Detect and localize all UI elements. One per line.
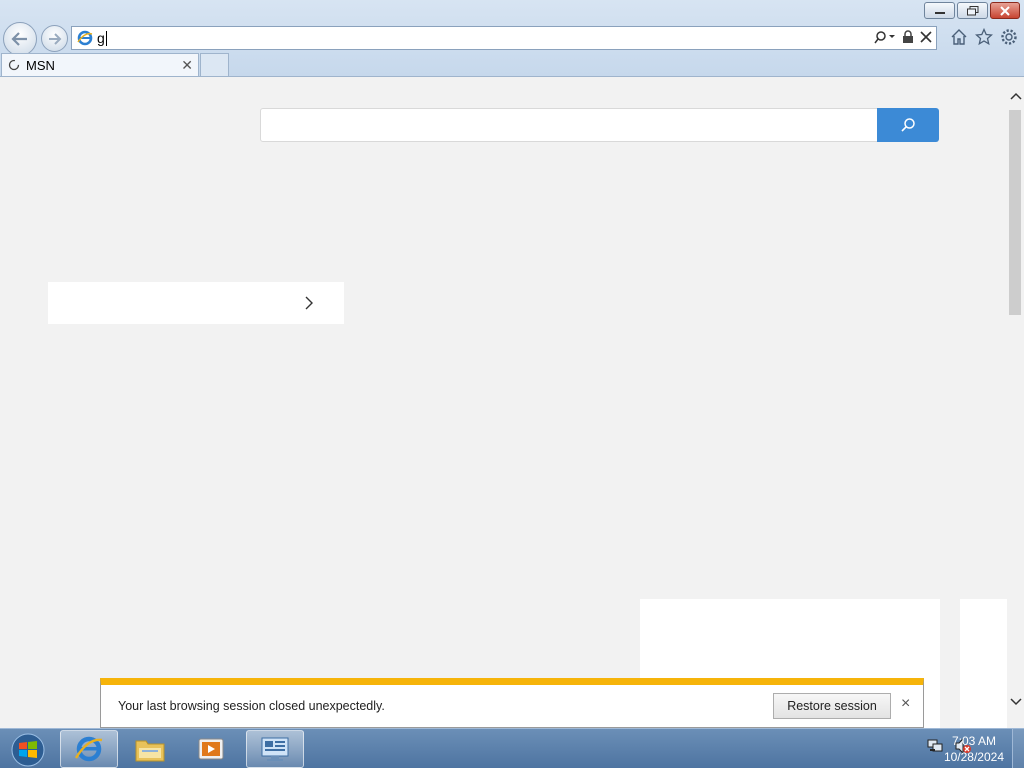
chevron-down-icon — [1009, 698, 1022, 706]
taskbar-server-manager[interactable] — [246, 730, 304, 768]
address-input[interactable]: g — [97, 30, 107, 47]
address-bar[interactable]: g — [71, 26, 937, 50]
restore-icon — [966, 5, 978, 15]
tab-msn[interactable]: MSN ✕ — [1, 53, 199, 76]
text-caret — [105, 31, 107, 47]
back-arrow-icon — [11, 32, 27, 46]
chevron-up-icon — [1009, 92, 1022, 100]
taskbar-internet-explorer[interactable] — [60, 730, 118, 768]
start-button[interactable] — [6, 732, 50, 768]
system-clock[interactable]: 7:03 AM 10/28/2024 — [944, 733, 1004, 765]
clock-date: 10/28/2024 — [943, 750, 1004, 764]
forward-button[interactable] — [41, 25, 68, 52]
stop-icon[interactable] — [920, 31, 932, 43]
search-button[interactable] — [877, 108, 939, 142]
scroll-down-button[interactable] — [1008, 697, 1023, 713]
address-value: g — [97, 29, 105, 46]
side-card[interactable] — [48, 282, 344, 324]
settings-gear-icon[interactable] — [1000, 28, 1018, 46]
scroll-thumb[interactable] — [1009, 110, 1021, 315]
search-input[interactable] — [260, 108, 878, 142]
page-content — [0, 77, 1007, 729]
notification-bar: Your last browsing session closed unexpe… — [100, 678, 924, 728]
forward-arrow-icon — [48, 32, 61, 45]
show-desktop-button[interactable] — [1012, 729, 1024, 768]
content-panel-partial — [960, 599, 1007, 729]
new-tab-button[interactable] — [200, 53, 229, 76]
taskbar-media-player[interactable] — [182, 730, 240, 768]
browser-frame: g MSN ✕ — [0, 0, 1024, 77]
chevron-right-icon — [305, 296, 313, 310]
scroll-up-button[interactable] — [1008, 91, 1023, 107]
windows-logo-icon — [11, 733, 45, 767]
folder-icon — [135, 740, 165, 762]
favorites-star-icon[interactable] — [975, 28, 993, 46]
internet-explorer-icon — [74, 736, 103, 762]
window-controls — [924, 2, 1020, 19]
minimize-button[interactable] — [924, 2, 955, 19]
clock-time: 7:03 AM — [951, 734, 996, 748]
command-icons — [950, 28, 1018, 46]
close-icon — [1000, 5, 1010, 16]
notification-close-button[interactable]: × — [901, 695, 910, 713]
back-button[interactable] — [3, 22, 37, 56]
address-icons — [874, 30, 932, 44]
minimize-icon — [934, 11, 945, 14]
notification-message: Your last browsing session closed unexpe… — [118, 699, 385, 713]
taskbar-file-explorer[interactable] — [121, 730, 179, 768]
server-manager-icon — [261, 737, 289, 761]
tab-title: MSN — [26, 57, 55, 73]
home-icon[interactable] — [950, 28, 968, 46]
close-window-button[interactable] — [990, 2, 1020, 19]
network-icon[interactable] — [926, 737, 944, 755]
media-player-icon — [198, 738, 224, 760]
restore-session-button[interactable]: Restore session — [773, 693, 891, 719]
restore-button[interactable] — [957, 2, 988, 19]
taskbar: 7:03 AM 10/28/2024 — [0, 728, 1024, 768]
tab-close-button[interactable]: ✕ — [181, 57, 193, 74]
loading-spinner-icon — [8, 59, 20, 71]
search-icon — [901, 118, 915, 132]
lock-icon[interactable] — [902, 30, 914, 44]
search-dropdown-icon[interactable] — [874, 30, 896, 44]
ie-logo-icon — [77, 30, 93, 49]
